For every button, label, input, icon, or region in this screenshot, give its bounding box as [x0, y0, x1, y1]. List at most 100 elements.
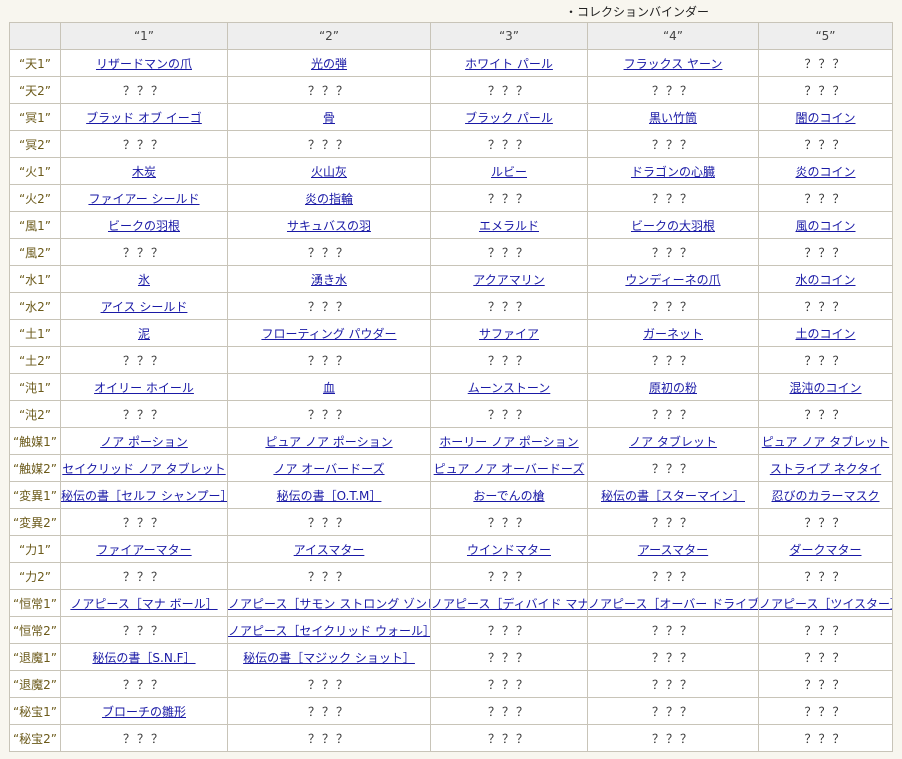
item-link[interactable]: 秘伝の書［スターマイン］	[601, 489, 745, 503]
item-link[interactable]: ノアピース［セイクリッド ウォール］	[229, 624, 430, 638]
table-row: “冥1” ブラッド オブ イーゴ 骨 ブラック パール 黒い竹筒 闇のコイン	[9, 103, 893, 131]
table-row: “風2” ？？？ ？？？ ？？？ ？？？ ？？？	[9, 238, 893, 266]
item-link[interactable]: 黒い竹筒	[649, 111, 697, 125]
item-link[interactable]: ガーネット	[643, 327, 703, 341]
unknown-item: ？？？	[804, 245, 847, 260]
binder-cell: ？？？	[758, 184, 893, 212]
item-link[interactable]: ルビー	[491, 165, 527, 179]
binder-cell: ノアピース［マナ ボール］	[60, 589, 228, 617]
item-link[interactable]: 光の弾	[311, 57, 347, 71]
binder-cell: オイリー ホイール	[60, 373, 228, 401]
item-link[interactable]: フローティング パウダー	[261, 327, 396, 341]
item-link[interactable]: 炎の指輪	[305, 192, 353, 206]
item-link[interactable]: ダークマター	[789, 543, 861, 557]
binder-cell: ダークマター	[758, 535, 893, 563]
binder-cell: ？？？	[60, 616, 228, 644]
item-link[interactable]: リザードマンの爪	[96, 57, 192, 71]
row-label: “火1”	[9, 157, 61, 185]
binder-cell: ホーリー ノア ポーション	[430, 427, 588, 455]
item-link[interactable]: 水のコイン	[795, 273, 855, 287]
item-link[interactable]: ノア オーバードーズ	[273, 462, 384, 476]
column-header: “1”	[60, 22, 228, 50]
item-link[interactable]: オイリー ホイール	[94, 381, 194, 395]
item-link[interactable]: 秘伝の書［セルフ シャンプー］	[62, 489, 227, 503]
item-link[interactable]: ピュア ノア ポーション	[265, 435, 392, 449]
binder-cell: 血	[227, 373, 431, 401]
unknown-item: ？？？	[651, 407, 694, 422]
item-link[interactable]: ビークの大羽根	[631, 219, 715, 233]
item-link[interactable]: ノアピース［サモン ストロング ゾンビ］	[229, 597, 430, 611]
item-link[interactable]: 氷	[138, 273, 150, 287]
item-link[interactable]: アクアマリン	[473, 273, 544, 287]
item-link[interactable]: エメラルド	[479, 219, 539, 233]
item-link[interactable]: 炎のコイン	[795, 165, 855, 179]
item-link[interactable]: 混沌のコイン	[789, 381, 861, 395]
binder-cell: アイス シールド	[60, 292, 228, 320]
item-link[interactable]: アースマター	[638, 543, 708, 557]
item-link[interactable]: ドラゴンの心臓	[631, 165, 715, 179]
item-link[interactable]: ノアピース［マナ ボール］	[70, 597, 217, 611]
item-link[interactable]: ブローチの雛形	[102, 705, 186, 719]
item-link[interactable]: ノア タブレット	[629, 435, 717, 449]
item-link[interactable]: 湧き水	[311, 273, 347, 287]
binder-cell: ？？？	[758, 670, 893, 698]
binder-cell: ？？？	[430, 292, 588, 320]
item-link[interactable]: ピュア ノア タブレット	[762, 435, 889, 449]
item-link[interactable]: おーでんの槍	[473, 489, 544, 503]
row-label: “変異2”	[9, 508, 61, 536]
item-link[interactable]: 秘伝の書［S.N.F］	[92, 651, 195, 665]
binder-cell: ？？？	[430, 643, 588, 671]
binder-cell: 土のコイン	[758, 319, 893, 347]
item-link[interactable]: ムーンストーン	[468, 381, 551, 395]
item-link[interactable]: 骨	[323, 111, 335, 125]
binder-cell: ？？？	[587, 616, 759, 644]
item-link[interactable]: 原初の粉	[649, 381, 697, 395]
binder-cell: ブラック パール	[430, 103, 588, 131]
item-link[interactable]: ウインドマター	[467, 543, 551, 557]
item-link[interactable]: ストライプ ネクタイ	[770, 462, 881, 476]
item-link[interactable]: ホーリー ノア ポーション	[439, 435, 578, 449]
item-link[interactable]: フラックス ヤーン	[624, 57, 723, 71]
item-link[interactable]: ノアピース［オーバー ドライブ］	[589, 597, 758, 611]
binder-cell: ？？？	[227, 508, 431, 536]
item-link[interactable]: ビークの羽根	[108, 219, 180, 233]
table-row: “力2” ？？？ ？？？ ？？？ ？？？ ？？？	[9, 562, 893, 590]
table-row: “沌2” ？？？ ？？？ ？？？ ？？？ ？？？	[9, 400, 893, 428]
item-link[interactable]: 風のコイン	[795, 219, 855, 233]
item-link[interactable]: 秘伝の書［O.T.M］	[277, 489, 382, 503]
item-link[interactable]: 忍びのカラーマスク	[771, 489, 879, 503]
item-link[interactable]: ノア ポーション	[100, 435, 188, 449]
item-link[interactable]: ウンディーネの爪	[625, 273, 720, 287]
binder-cell: ？？？	[587, 238, 759, 266]
item-link[interactable]: 闇のコイン	[795, 111, 855, 125]
binder-cell: ？？？	[758, 346, 893, 374]
item-link[interactable]: 木炭	[132, 165, 156, 179]
item-link[interactable]: アイス シールド	[101, 300, 188, 314]
binder-cell: ファイアー シールド	[60, 184, 228, 212]
binder-cell: ？？？	[758, 697, 893, 725]
item-link[interactable]: ホワイト パール	[465, 57, 553, 71]
row-label: “天2”	[9, 76, 61, 104]
unknown-item: ？？？	[804, 83, 847, 98]
item-link[interactable]: ノアピース［ディバイド マナ］	[432, 597, 587, 611]
unknown-item: ？？？	[804, 569, 847, 584]
item-link[interactable]: 火山灰	[311, 165, 347, 179]
item-link[interactable]: ファイアー シールド	[88, 192, 199, 206]
binder-cell: ？？？	[758, 724, 893, 752]
item-link[interactable]: 秘伝の書［マジック ショット］	[243, 651, 415, 665]
item-link[interactable]: ピュア ノア オーバードーズ	[434, 462, 585, 476]
item-link[interactable]: ファイアーマター	[96, 543, 191, 557]
binder-cell: ストライプ ネクタイ	[758, 454, 893, 482]
item-link[interactable]: アイスマター	[294, 543, 365, 557]
item-link[interactable]: サキュバスの羽	[287, 219, 371, 233]
item-link[interactable]: ノアピース［ツイスター］	[760, 597, 892, 611]
item-link[interactable]: 泥	[138, 327, 150, 341]
item-link[interactable]: セイクリッド ノア タブレット	[62, 462, 225, 476]
item-link[interactable]: 血	[323, 381, 335, 395]
binder-cell: 忍びのカラーマスク	[758, 481, 893, 509]
item-link[interactable]: ブラッド オブ イーゴ	[86, 111, 202, 125]
item-link[interactable]: 土のコイン	[795, 327, 855, 341]
item-link[interactable]: ブラック パール	[465, 111, 553, 125]
binder-cell: ドラゴンの心臓	[587, 157, 759, 185]
item-link[interactable]: サファイア	[479, 327, 539, 341]
